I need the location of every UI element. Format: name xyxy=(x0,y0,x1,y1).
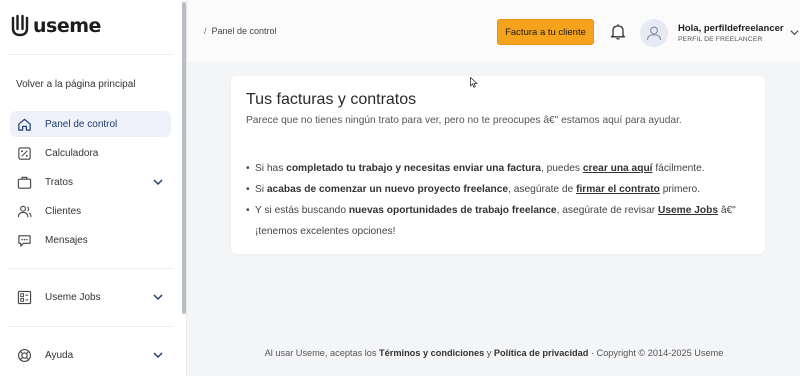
emphasis: acabas de comenzar un nuevo proyecto fre… xyxy=(266,184,509,195)
chevron-down-icon[interactable] xyxy=(152,176,164,188)
sidebar-item-label: Clientes xyxy=(45,205,82,217)
breadcrumb-current: Panel de control xyxy=(211,26,277,36)
text: Si xyxy=(255,184,267,195)
invoices-contracts-card: Tus facturas y contratos Parece que no t… xyxy=(231,76,765,254)
list-item: Si has completado tu trabajo y necesitas… xyxy=(246,158,751,179)
sidebar-item-panel-de-control[interactable]: Panel de control xyxy=(10,111,171,137)
privacy-link[interactable]: Política de privacidad xyxy=(494,348,588,358)
bell-icon[interactable] xyxy=(610,23,626,43)
list-item: Y si estás buscando nuevas oportunidades… xyxy=(246,200,751,242)
footer-text: Al usar Useme, aceptas los xyxy=(264,348,380,358)
sidebar-item-label: Mensajes xyxy=(45,234,88,246)
breadcrumb: / Panel de control xyxy=(204,26,277,36)
invoice-client-button[interactable]: Factura a tu cliente xyxy=(497,19,594,45)
sign-contract-link[interactable]: firmar el contrato xyxy=(576,184,660,195)
sidebar-item-tratos[interactable]: Tratos xyxy=(10,169,171,195)
avatar xyxy=(640,19,668,47)
briefcase-icon xyxy=(16,174,32,190)
text: , asegúrate de xyxy=(508,184,577,195)
user-menu[interactable]: Hola, perfildefreelancer PERFIL DE FREEL… xyxy=(640,17,799,49)
sidebar-scrollbar[interactable] xyxy=(182,2,186,314)
sidebar-item-mensajes[interactable]: Mensajes xyxy=(10,227,171,253)
text: Y si estás buscando xyxy=(255,205,349,216)
terms-link[interactable]: Términos y condiciones xyxy=(379,348,484,358)
chat-icon xyxy=(16,232,32,248)
text: , asegúrate de revisar xyxy=(556,205,658,216)
useme-logo-icon xyxy=(11,14,29,37)
sidebar: useme Volver a la página principal Panel… xyxy=(0,0,187,376)
sidebar-item-ayuda[interactable]: Ayuda xyxy=(10,342,171,368)
user-icon xyxy=(646,26,662,41)
emphasis: completado tu trabajo y necesitas enviar… xyxy=(286,163,541,174)
user-greeting: Hola, perfildefreelancer xyxy=(678,23,784,34)
help-list: Si has completado tu trabajo y necesitas… xyxy=(246,158,751,242)
brand-name: useme xyxy=(33,15,101,37)
breadcrumb-separator: / xyxy=(204,26,207,36)
sidebar-item-clientes[interactable]: Clientes xyxy=(10,198,171,224)
footer-copyright: · Copyright © 2014-2025 Useme xyxy=(588,348,724,358)
card-subtitle: Parece que no tienes ningún trato para v… xyxy=(246,115,682,126)
divider xyxy=(8,268,172,269)
chevron-down-icon[interactable] xyxy=(789,27,800,38)
sidebar-item-label: Useme Jobs xyxy=(45,291,101,303)
lifebuoy-icon xyxy=(16,347,32,363)
user-role: PERFIL DE FREELANCER xyxy=(678,36,763,43)
users-icon xyxy=(16,203,32,219)
text: Si has xyxy=(255,163,287,174)
footer-text: y xyxy=(484,348,494,358)
sidebar-item-calculadora[interactable]: Calculadora xyxy=(10,140,171,166)
divider xyxy=(8,326,172,327)
divider xyxy=(8,54,172,55)
calculator-icon xyxy=(16,145,32,161)
jobs-icon xyxy=(16,289,32,305)
sidebar-item-label: Tratos xyxy=(45,176,73,188)
text: fácilmente. xyxy=(652,163,705,174)
sidebar-item-label: Ayuda xyxy=(45,349,74,361)
mouse-cursor-icon xyxy=(470,77,478,88)
chevron-down-icon[interactable] xyxy=(152,349,164,361)
sidebar-item-label: Panel de control xyxy=(45,118,118,130)
emphasis: nuevas oportunidades de trabajo freelanc… xyxy=(348,205,557,216)
back-to-home-link[interactable]: Volver a la página principal xyxy=(16,79,136,90)
useme-jobs-link[interactable]: Useme Jobs xyxy=(658,205,718,216)
home-icon xyxy=(16,116,32,132)
sidebar-item-useme-jobs[interactable]: Useme Jobs xyxy=(10,284,171,310)
text: primero. xyxy=(659,184,701,195)
chevron-down-icon[interactable] xyxy=(152,291,164,303)
card-title: Tus facturas y contratos xyxy=(246,91,417,108)
top-header: / Panel de control Factura a tu cliente H… xyxy=(188,0,800,62)
user-info: Hola, perfildefreelancer PERFIL DE FREEL… xyxy=(678,23,784,43)
list-item: Si acabas de comenzar un nuevo proyecto … xyxy=(246,179,751,200)
text: , puedes xyxy=(540,163,583,174)
footer: Al usar Useme, aceptas los Términos y co… xyxy=(188,348,800,358)
create-invoice-link[interactable]: crear una aquí xyxy=(583,163,653,174)
sidebar-item-label: Calculadora xyxy=(45,147,99,159)
useme-logo[interactable]: useme xyxy=(10,14,101,38)
